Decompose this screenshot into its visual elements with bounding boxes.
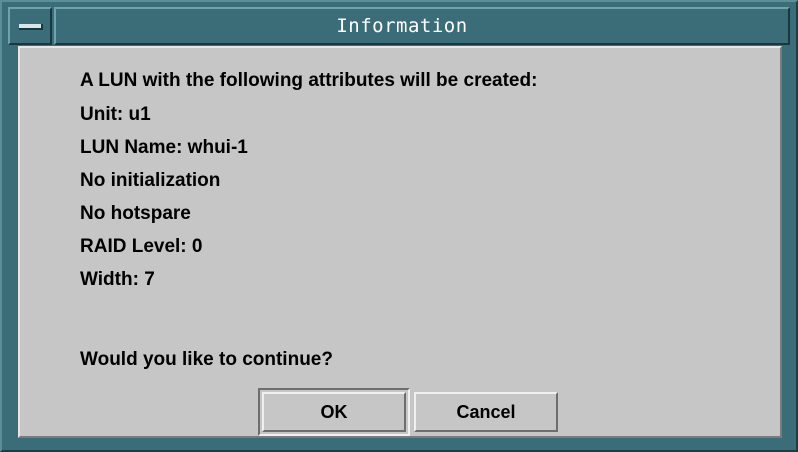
information-dialog: Information A LUN with the following att… — [0, 0, 798, 452]
message-line-lun-name: LUN Name: whui-1 — [80, 137, 248, 158]
window-title: Information — [336, 15, 468, 37]
title-bar[interactable]: Information — [8, 7, 790, 45]
message-line-hotspare: No hotspare — [80, 203, 191, 224]
dialog-body: A LUN with the following attributes will… — [18, 46, 782, 438]
window-menu-button[interactable] — [8, 7, 52, 45]
title-area[interactable]: Information — [54, 7, 790, 45]
message-line-raid-level: RAID Level: 0 — [80, 236, 203, 257]
message-line-unit: Unit: u1 — [80, 104, 151, 125]
message-line-initialization: No initialization — [80, 170, 221, 191]
message-line-width: Width: 7 — [80, 269, 155, 290]
cancel-button[interactable]: Cancel — [414, 392, 558, 432]
ok-button[interactable]: OK — [262, 392, 406, 432]
message-question: Would you like to continue? — [80, 349, 333, 370]
message-line-intro: A LUN with the following attributes will… — [80, 70, 538, 91]
window-menu-icon — [19, 24, 43, 30]
